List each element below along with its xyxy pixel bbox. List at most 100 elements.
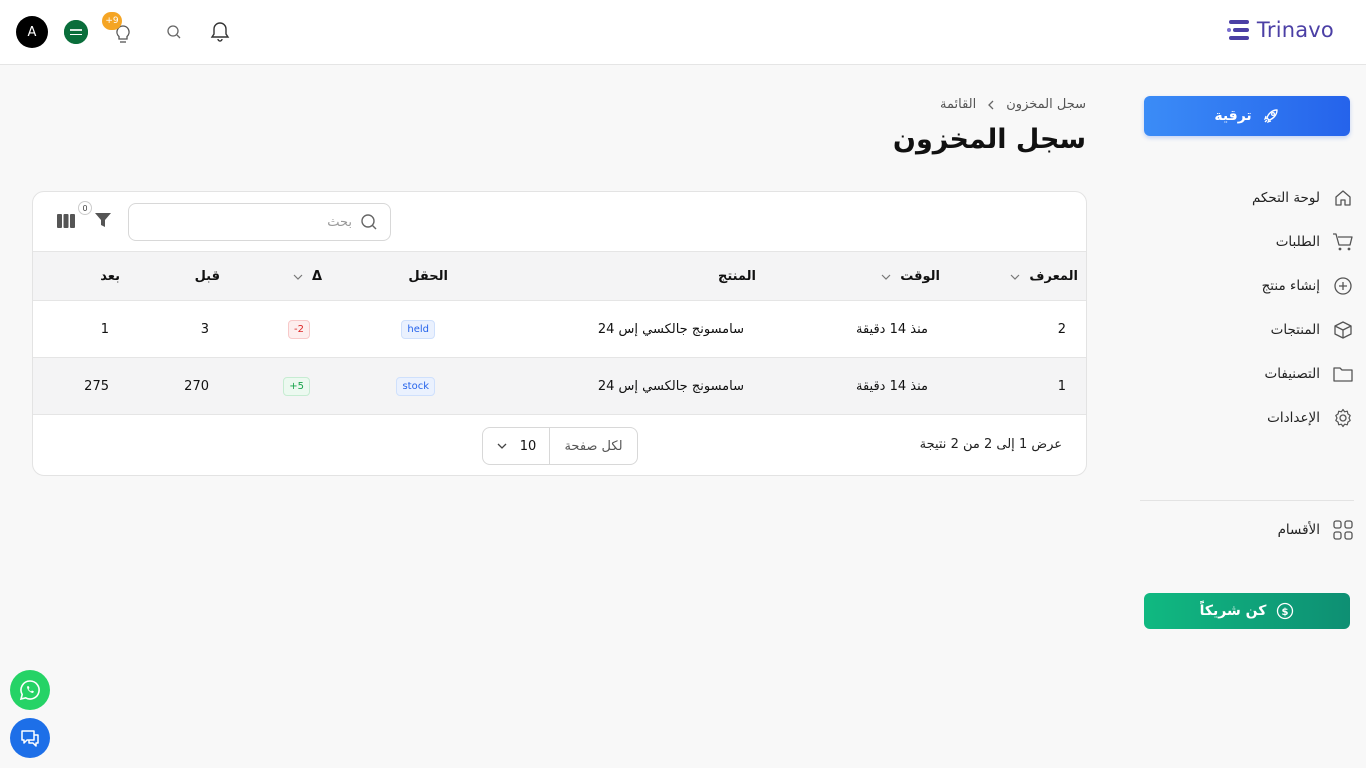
sidebar-item-dashboard[interactable]: لوحة التحكم xyxy=(1144,176,1354,220)
gear-icon xyxy=(1332,407,1354,429)
filter-icon[interactable] xyxy=(94,211,112,229)
chevron-left-icon xyxy=(986,100,996,110)
sidebar-item-settings[interactable]: الإعدادات xyxy=(1144,396,1354,440)
column-label: المعرف xyxy=(1029,269,1078,284)
cell-delta: -2 xyxy=(288,301,310,358)
cell-delta: +5 xyxy=(283,358,310,415)
home-icon xyxy=(1332,187,1354,209)
logo-icon xyxy=(1226,20,1249,40)
search-icon[interactable] xyxy=(166,24,182,40)
per-page-select[interactable]: 10 لكل صفحة xyxy=(482,427,638,465)
column-header-before: قبل xyxy=(195,252,220,301)
chevron-down-icon xyxy=(1010,274,1020,280)
table-search[interactable] xyxy=(128,203,391,241)
cell-time: منذ 14 دقيقة xyxy=(856,322,928,337)
sidebar-item-products[interactable]: المنتجات xyxy=(1144,308,1354,352)
whatsapp-button[interactable] xyxy=(10,670,50,710)
cell-after: 1 xyxy=(100,322,109,337)
column-header-delta[interactable]: Δ xyxy=(292,252,322,301)
language-flag-icon[interactable] xyxy=(64,20,88,44)
sidebar-nav: لوحة التحكم الطلبات إنشاء منتج المنتجات … xyxy=(1144,176,1354,440)
columns-icon[interactable] xyxy=(57,213,75,229)
cell-field: stock xyxy=(396,358,435,415)
logo[interactable]: Trinavo xyxy=(1226,18,1334,42)
notification-badge: +9 xyxy=(102,12,122,30)
cell-product: سامسونج جالكسي إس 24 xyxy=(597,322,744,337)
column-header-time[interactable]: الوقت xyxy=(880,252,940,301)
upgrade-label: ترقية xyxy=(1214,108,1252,124)
column-label: قبل xyxy=(194,269,220,284)
column-header-after: بعد xyxy=(100,252,120,301)
cell-id: 1 xyxy=(1057,379,1066,394)
search-input[interactable] xyxy=(152,214,352,230)
chevron-down-icon xyxy=(881,274,891,280)
sidebar-item-label: المنتجات xyxy=(1270,322,1320,338)
table-row[interactable]: 2 منذ 14 دقيقة سامسونج جالكسي إس 24 held… xyxy=(33,301,1086,358)
pagination-summary: عرض 1 إلى 2 من 2 نتيجة xyxy=(919,437,1062,452)
field-badge: held xyxy=(401,320,435,339)
search-icon xyxy=(360,213,378,231)
column-header-product: المنتج xyxy=(718,252,756,301)
per-page-value: 10 xyxy=(519,438,537,454)
sidebar-item-label: لوحة التحكم xyxy=(1251,190,1320,206)
rocket-icon xyxy=(1263,109,1278,124)
table-row[interactable]: 1 منذ 14 دقيقة سامسونج جالكسي إس 24 stoc… xyxy=(33,358,1086,415)
cell-before: 3 xyxy=(200,322,209,337)
dollar-circle-icon: $ xyxy=(1277,602,1294,620)
breadcrumb-item-list: القائمة xyxy=(940,97,977,112)
inventory-table-card: 0 المعرف الوقت المنتج الحقل Δ xyxy=(32,191,1087,476)
svg-text:$: $ xyxy=(1282,607,1289,618)
column-label: الحقل xyxy=(408,269,448,284)
cell-field: held xyxy=(401,301,435,358)
sidebar-item-orders[interactable]: الطلبات xyxy=(1144,220,1354,264)
upgrade-button[interactable]: ترقية xyxy=(1144,96,1350,136)
sidebar-item-label: التصنيفات xyxy=(1264,366,1320,382)
grid-icon xyxy=(1332,519,1354,541)
partner-label: كن شريكاً xyxy=(1199,603,1267,619)
cell-before: 270 xyxy=(184,379,209,394)
column-label: المنتج xyxy=(717,269,756,284)
sidebar-item-sections[interactable]: الأقسام xyxy=(1144,508,1354,552)
column-label: بعد xyxy=(100,269,120,284)
field-badge: stock xyxy=(396,377,435,396)
chevron-down-icon xyxy=(497,443,507,449)
box-icon xyxy=(1332,319,1354,341)
whatsapp-icon xyxy=(19,680,40,701)
cell-after: 275 xyxy=(84,379,109,394)
chevron-down-icon xyxy=(293,274,303,280)
table-header: المعرف الوقت المنتج الحقل Δ قبل بعد xyxy=(33,252,1086,301)
sidebar-item-label: الإعدادات xyxy=(1267,410,1320,426)
plus-circle-icon xyxy=(1332,275,1354,297)
column-label: Δ xyxy=(311,269,322,284)
sidebar-item-categories[interactable]: التصنيفات xyxy=(1144,352,1354,396)
delta-badge: +5 xyxy=(283,377,310,396)
column-label: الوقت xyxy=(900,269,940,284)
avatar[interactable]: A xyxy=(16,16,48,48)
breadcrumb-item-inventory-log[interactable]: سجل المخزون xyxy=(1006,97,1086,112)
bell-icon[interactable] xyxy=(210,21,230,43)
cell-product: سامسونج جالكسي إس 24 xyxy=(597,379,744,394)
per-page-dropdown[interactable]: 10 xyxy=(483,428,550,464)
sidebar-item-create-product[interactable]: إنشاء منتج xyxy=(1144,264,1354,308)
table-toolbar: 0 xyxy=(33,192,1086,252)
cell-id: 2 xyxy=(1057,322,1066,337)
per-page-label: لكل صفحة xyxy=(564,438,623,454)
sidebar-item-label: الطلبات xyxy=(1275,234,1320,250)
sections-label: الأقسام xyxy=(1277,522,1320,538)
sidebar-item-label: إنشاء منتج xyxy=(1261,278,1320,294)
delta-badge: -2 xyxy=(288,320,310,339)
page-title: سجل المخزون xyxy=(892,124,1086,155)
column-header-id[interactable]: المعرف xyxy=(1009,252,1078,301)
filter-count-badge: 0 xyxy=(78,201,92,215)
become-partner-button[interactable]: كن شريكاً $ xyxy=(1144,593,1350,629)
column-header-field: الحقل xyxy=(408,252,448,301)
logo-text: Trinavo xyxy=(1256,18,1334,42)
breadcrumb: سجل المخزون القائمة xyxy=(940,97,1086,112)
top-bar: Trinavo A +9 xyxy=(0,0,1366,65)
sidebar-divider xyxy=(1140,500,1354,501)
chat-support-button[interactable] xyxy=(10,718,50,758)
cell-time: منذ 14 دقيقة xyxy=(856,379,928,394)
chat-icon xyxy=(21,730,39,747)
cart-icon xyxy=(1332,231,1354,253)
folder-icon xyxy=(1332,363,1354,385)
